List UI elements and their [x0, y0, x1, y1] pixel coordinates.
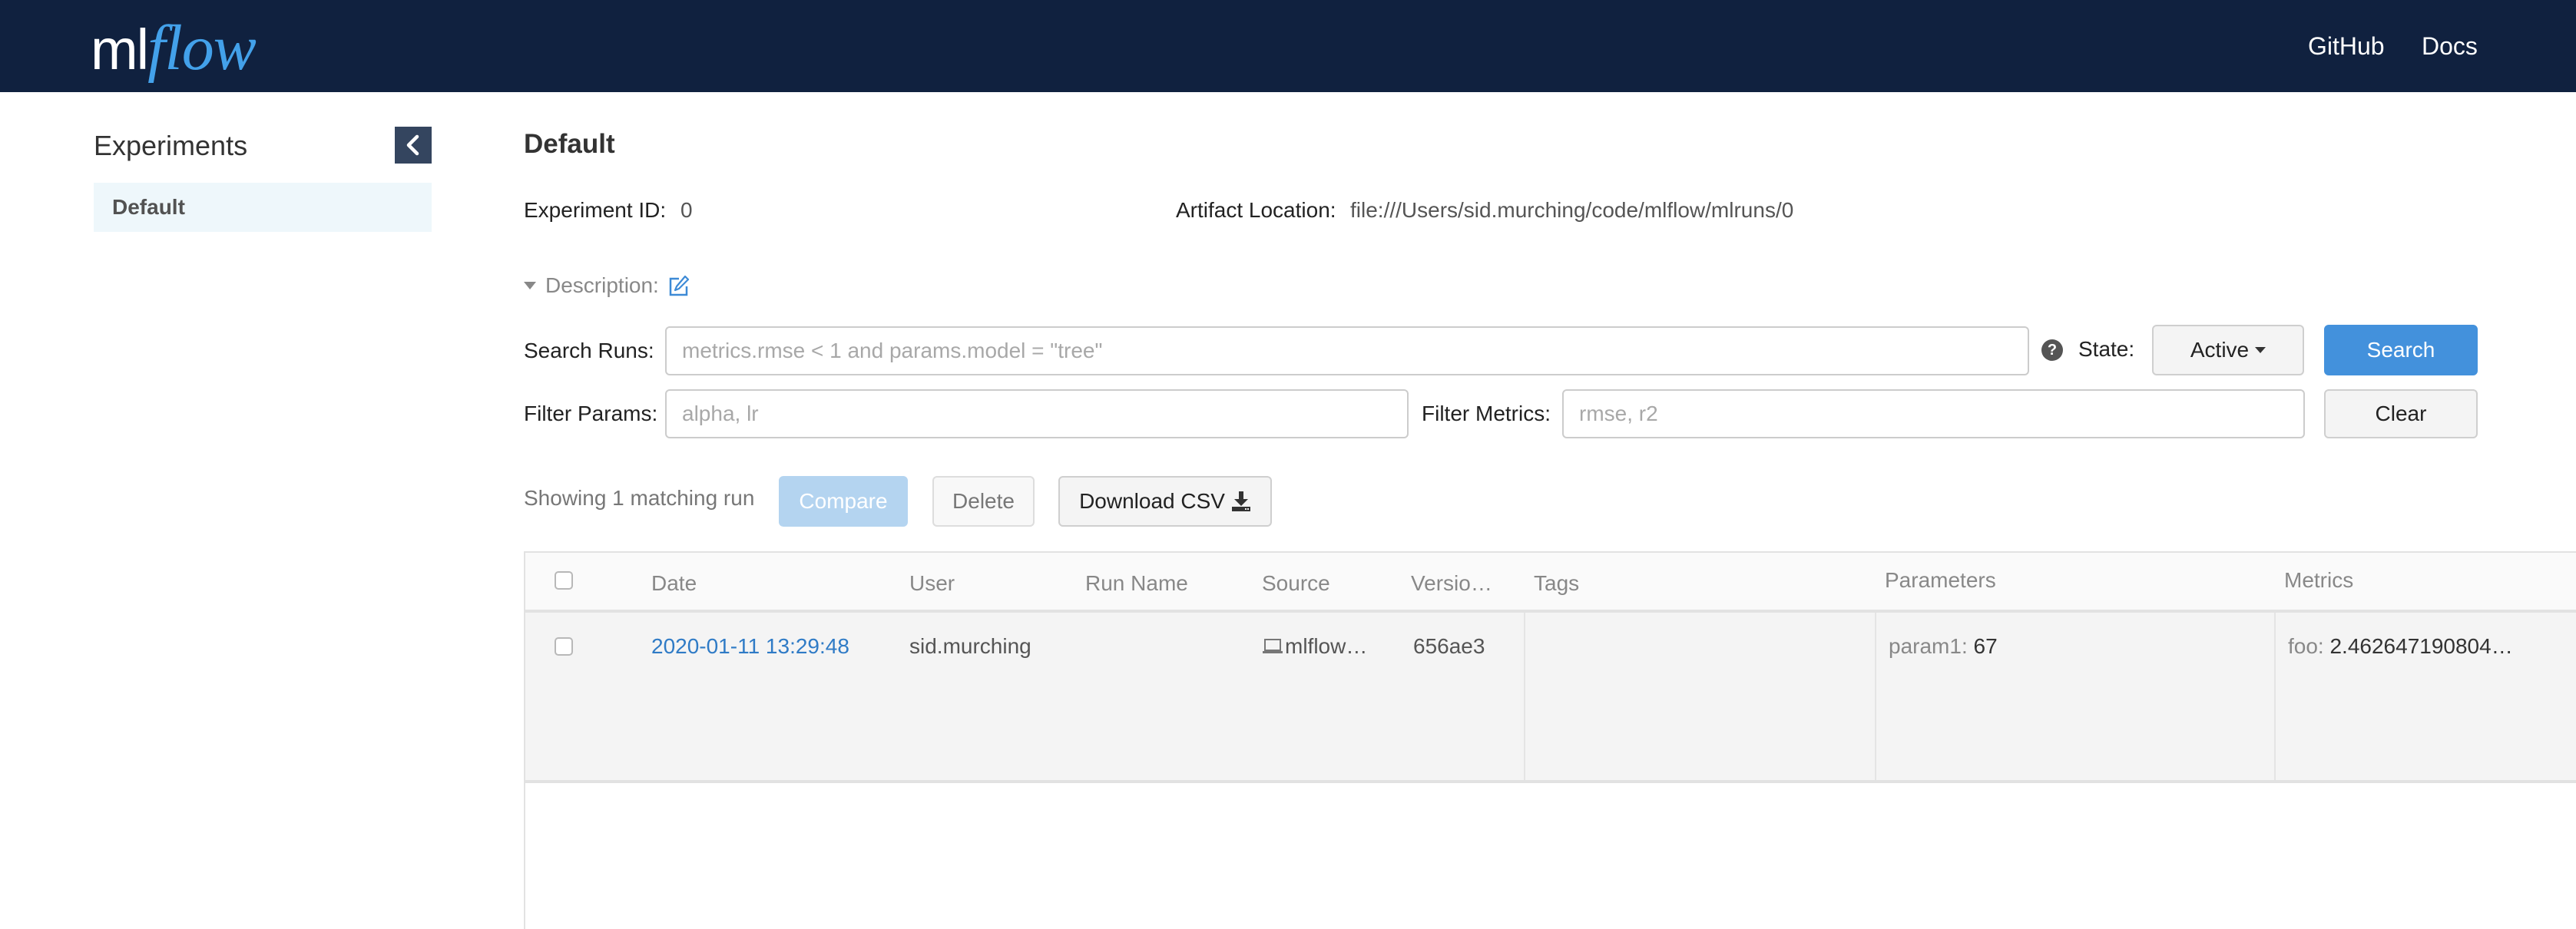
metric-value: 2.462647190804… [2329, 634, 2513, 658]
column-header-source[interactable]: Source [1262, 571, 1330, 596]
column-header-run-name[interactable]: Run Name [1085, 571, 1188, 596]
filter-metrics-label: Filter Metrics: [1422, 402, 1551, 425]
column-header-metrics[interactable]: Metrics [2284, 568, 2353, 593]
experiment-id-label: Experiment ID: [524, 198, 667, 222]
logo-flow-text: flow [147, 12, 257, 84]
compare-button[interactable]: Compare [779, 476, 908, 527]
clear-button[interactable]: Clear [2324, 389, 2478, 438]
download-csv-label: Download CSV [1079, 489, 1225, 513]
collapse-sidebar-button[interactable] [395, 127, 432, 164]
state-dropdown[interactable]: Active [2152, 325, 2304, 375]
artifact-location-label: Artifact Location: [1176, 198, 1336, 222]
search-button[interactable]: Search [2324, 325, 2478, 375]
edit-icon[interactable] [668, 274, 690, 297]
run-metric: foo: 2.462647190804… [2288, 634, 2513, 659]
mlflow-logo[interactable]: ml flow [91, 12, 257, 84]
top-navbar: ml flow GitHub Docs [0, 0, 2576, 92]
filter-params-label: Filter Params: [524, 402, 658, 425]
column-header-tags[interactable]: Tags [1534, 571, 1579, 596]
help-icon[interactable]: ? [2041, 339, 2063, 361]
run-source[interactable]: mlflow… [1262, 634, 1367, 659]
sidebar-item-default[interactable]: Default [94, 183, 432, 232]
filter-metrics-input[interactable] [1562, 389, 2305, 438]
chevron-left-icon [406, 134, 419, 156]
column-header-version[interactable]: Versio… [1411, 571, 1492, 596]
delete-button[interactable]: Delete [932, 476, 1035, 527]
run-user: sid.murching [909, 634, 1031, 658]
param-key: param1: [1889, 634, 1968, 658]
caret-down-icon [524, 282, 536, 289]
param-value: 67 [1973, 634, 1998, 658]
state-label: State: [2078, 337, 2135, 361]
experiments-heading: Experiments [94, 130, 248, 161]
description-label: Description: [545, 273, 659, 297]
column-divider [1524, 613, 1525, 780]
select-all-checkbox[interactable] [555, 571, 573, 590]
metric-key: foo: [2288, 634, 2324, 658]
laptop-icon [1263, 639, 1283, 653]
download-csv-button[interactable]: Download CSV [1058, 476, 1272, 527]
table-header: Date User Run Name Source Versio… Tags P… [525, 553, 2576, 613]
caret-down-icon [2255, 347, 2266, 353]
download-icon [1231, 491, 1250, 511]
artifact-location-value: file:///Users/sid.murching/code/mlflow/m… [1350, 198, 1794, 222]
table-row[interactable]: 2020-01-11 13:29:48 sid.murching mlflow…… [525, 613, 2576, 783]
run-date-link[interactable]: 2020-01-11 13:29:48 [651, 634, 849, 659]
search-runs-label: Search Runs: [524, 339, 654, 362]
filter-params-input[interactable] [665, 389, 1409, 438]
column-header-user[interactable]: User [909, 571, 955, 596]
run-source-text: mlflow… [1285, 634, 1368, 658]
column-divider [1875, 613, 1876, 780]
state-dropdown-value: Active [2190, 338, 2250, 362]
experiment-id-value: 0 [680, 198, 693, 222]
search-runs-input[interactable] [665, 326, 2029, 375]
runs-table: Date User Run Name Source Versio… Tags P… [524, 551, 2576, 929]
github-link[interactable]: GitHub [2308, 31, 2385, 61]
docs-link[interactable]: Docs [2422, 31, 2478, 61]
column-divider [2274, 613, 2276, 780]
description-toggle[interactable]: Description: [524, 273, 690, 299]
page-title: Default [524, 129, 615, 159]
run-param: param1: 67 [1889, 634, 1998, 659]
sidebar-item-label: Default [112, 195, 185, 219]
row-checkbox[interactable] [555, 637, 573, 656]
matching-runs-count: Showing 1 matching run [524, 486, 755, 510]
run-version: 656ae3 [1413, 634, 1485, 658]
logo-ml-text: ml [91, 18, 149, 81]
column-header-parameters[interactable]: Parameters [1885, 568, 1996, 593]
column-header-date[interactable]: Date [651, 571, 697, 596]
